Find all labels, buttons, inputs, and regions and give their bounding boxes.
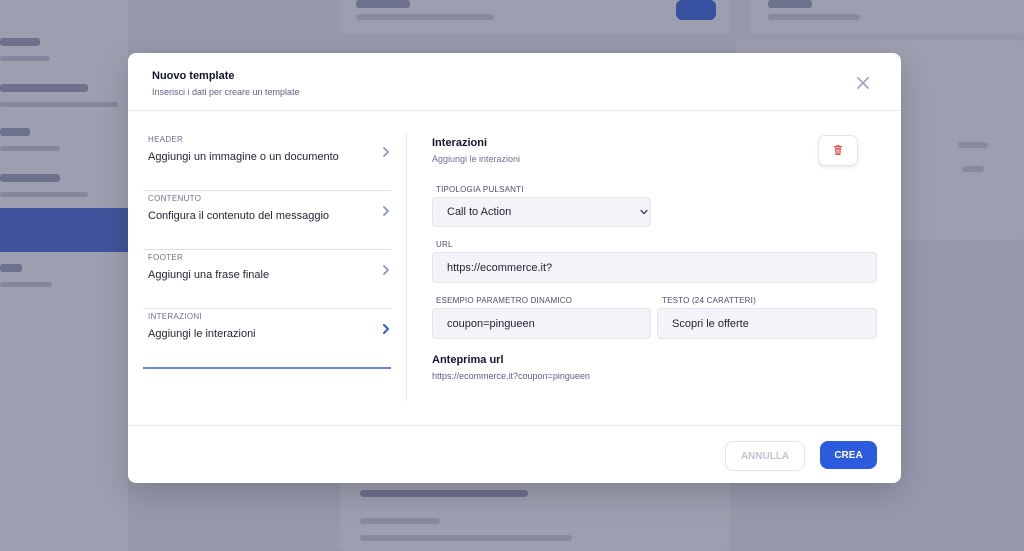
chevron-right-icon [383, 324, 389, 334]
section-footer[interactable]: FOOTER Aggiungi una frase finale [143, 251, 391, 309]
button-text-value: Scopri le offerte [672, 317, 749, 330]
button-type-label: TIPOLOGIA PULSANTI [436, 185, 524, 194]
create-button[interactable]: CREA [820, 441, 877, 469]
section-caption: INTERAZIONI [148, 312, 202, 321]
section-header[interactable]: HEADER Aggiungi un immagine o un documen… [143, 133, 391, 191]
modal-title: Nuovo template [152, 70, 235, 82]
section-description: Configura il contenuto del messaggio [148, 210, 330, 222]
delete-button[interactable] [818, 135, 858, 166]
modal-header: Nuovo template Inserisci i dati per crea… [128, 53, 901, 111]
modal-subtitle: Inserisci i dati per creare un template [152, 87, 300, 97]
cancel-button[interactable]: ANNULLA [725, 441, 805, 471]
dynamic-param-label: ESEMPIO PARAMETRO DINAMICO [436, 296, 573, 305]
chevron-right-icon [383, 147, 389, 157]
url-label: URL [436, 240, 453, 249]
section-caption: FOOTER [148, 253, 184, 262]
url-value: https://ecommerce.it? [447, 261, 553, 274]
dynamic-param-input[interactable]: coupon=pingueen [432, 308, 651, 339]
modal-footer-divider [128, 425, 901, 426]
section-caption: CONTENUTO [148, 194, 202, 203]
button-text-label: TESTO (24 CARATTERI) [662, 296, 756, 305]
dynamic-param-value: coupon=pingueen [447, 317, 535, 330]
interactions-title: Interazioni [432, 137, 488, 149]
new-template-modal: Nuovo template Inserisci i dati per crea… [128, 53, 901, 483]
button-type-select[interactable]: Call to Action [432, 197, 651, 227]
section-description: Aggiungi le interazioni [148, 328, 256, 340]
url-preview-value: https://ecommerce.it?coupon=pingueen [432, 371, 590, 381]
button-text-input[interactable]: Scopri le offerte [657, 308, 877, 339]
url-input[interactable]: https://ecommerce.it? [432, 252, 877, 283]
section-interactions[interactable]: INTERAZIONI Aggiungi le interazioni [143, 310, 391, 369]
chevron-right-icon [383, 206, 389, 216]
interactions-subtitle: Aggiungi le interazioni [432, 154, 521, 164]
close-icon[interactable] [855, 75, 871, 91]
section-caption: HEADER [148, 135, 184, 144]
chevron-down-icon [640, 209, 648, 215]
section-description: Aggiungi un immagine o un documento [148, 151, 339, 163]
chevron-right-icon [383, 265, 389, 275]
section-description: Aggiungi una frase finale [148, 269, 270, 281]
section-content[interactable]: CONTENUTO Configura il contenuto del mes… [143, 192, 391, 250]
trash-icon [834, 145, 842, 155]
button-type-value: Call to Action [447, 206, 512, 218]
url-preview-title: Anteprima url [432, 354, 504, 366]
template-sections-nav: HEADER Aggiungi un immagine o un documen… [143, 133, 391, 369]
vertical-divider [406, 133, 407, 401]
